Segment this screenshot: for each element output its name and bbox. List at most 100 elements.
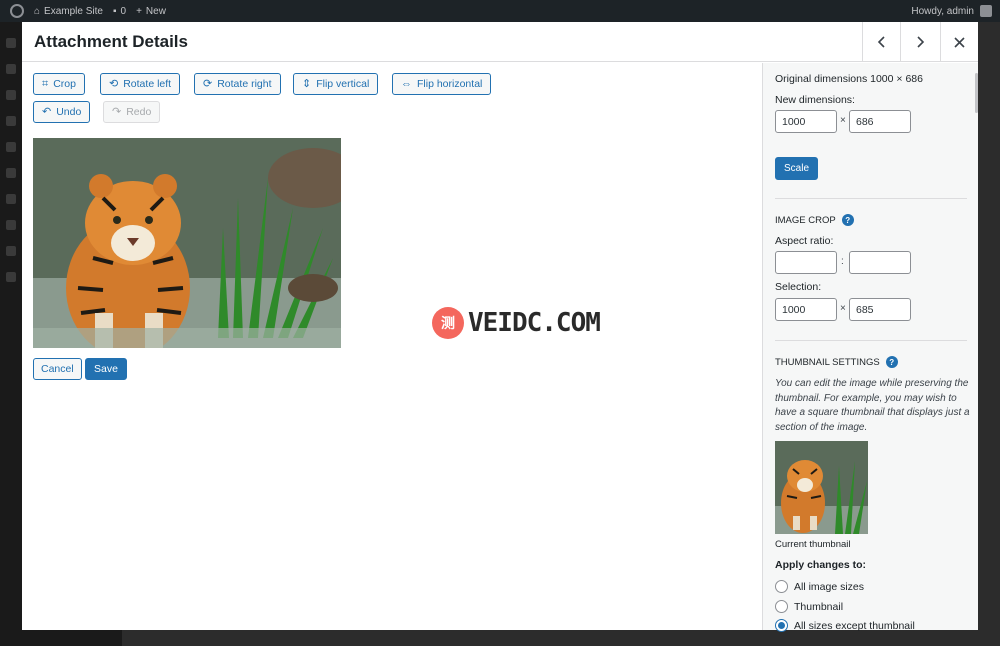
original-dimensions: Original dimensions 1000 × 686 xyxy=(775,73,923,85)
selection-width-input[interactable]: 1000 xyxy=(775,298,837,321)
site-name-link[interactable]: ⌂ Example Site xyxy=(34,6,103,17)
attachment-details-modal: Attachment Details ⌗ Crop ⟲ Rotate left … xyxy=(22,22,978,632)
plus-icon: + xyxy=(136,5,142,17)
chevron-left-icon xyxy=(877,36,885,48)
aspect-separator: : xyxy=(841,256,844,267)
posts-icon xyxy=(6,64,16,74)
comment-icon: ▪ xyxy=(112,5,117,17)
image-edit-sidebar[interactable]: Original dimensions 1000 × 686 New dimen… xyxy=(762,63,978,632)
flip-vertical-button[interactable]: ⇕ Flip vertical xyxy=(293,73,379,95)
thumbnail-settings-heading: Thumbnail Settings ? xyxy=(775,356,898,368)
avatar xyxy=(980,5,992,17)
comments-link[interactable]: ▪ 0 xyxy=(113,6,126,17)
selection-separator: × xyxy=(840,303,846,314)
scale-width-input[interactable]: 1000 xyxy=(775,110,837,133)
flip-horizontal-label: Flip horizontal xyxy=(417,78,483,90)
close-button[interactable] xyxy=(940,22,978,62)
previous-button[interactable] xyxy=(862,22,900,62)
radio-label: All image sizes xyxy=(794,580,865,593)
flip-vertical-label: Flip vertical xyxy=(316,78,370,90)
radio-all-image-sizes[interactable]: All image sizes xyxy=(775,580,864,593)
edited-image[interactable] xyxy=(33,138,341,348)
radio-button-selected[interactable] xyxy=(775,619,788,632)
rotate-right-label: Rotate right xyxy=(217,78,272,90)
aspect-ratio-height-input[interactable] xyxy=(849,251,911,274)
radio-label: All sizes except thumbnail xyxy=(794,619,915,632)
save-button[interactable]: Save xyxy=(85,358,127,380)
tiger-thumbnail xyxy=(775,441,868,534)
rotate-right-icon: ⟳ xyxy=(203,77,213,90)
crop-button[interactable]: ⌗ Crop xyxy=(33,73,85,95)
comments-icon xyxy=(6,142,16,152)
scale-button-label: Scale xyxy=(784,163,810,174)
cancel-button[interactable]: Cancel xyxy=(33,358,82,380)
help-icon[interactable]: ? xyxy=(841,214,854,226)
site-name-label: Example Site xyxy=(44,5,103,17)
redo-label: Redo xyxy=(126,106,152,118)
rotate-left-label: Rotate left xyxy=(123,78,172,90)
undo-button[interactable]: ↶ Undo xyxy=(33,101,91,123)
admin-menu xyxy=(0,22,22,646)
sidebar-scrollbar[interactable] xyxy=(975,73,978,113)
scale-button[interactable]: Scale xyxy=(775,157,819,180)
redo-icon: ↷ xyxy=(112,105,122,118)
scale-height-input[interactable]: 686 xyxy=(849,110,911,133)
close-icon xyxy=(954,36,965,48)
my-account[interactable]: Howdy, admin xyxy=(911,5,992,17)
pages-icon xyxy=(6,116,16,126)
settings-icon xyxy=(6,272,16,282)
undo-icon: ↶ xyxy=(42,105,52,118)
selection-height-input[interactable]: 685 xyxy=(849,298,911,321)
dashboard-icon xyxy=(6,38,16,48)
watermark: 测 VEIDC.COM xyxy=(432,307,601,339)
save-label: Save xyxy=(94,363,118,375)
radio-all-sizes-except-thumbnail[interactable]: All sizes except thumbnail xyxy=(775,619,915,632)
appearance-icon xyxy=(6,168,16,178)
radio-button[interactable] xyxy=(775,600,788,613)
tools-icon xyxy=(6,246,16,256)
home-icon: ⌂ xyxy=(34,5,41,17)
section-divider xyxy=(775,198,967,199)
new-dimensions-label: New dimensions: xyxy=(775,94,855,106)
chevron-right-icon xyxy=(916,36,924,48)
modal-title: Attachment Details xyxy=(34,32,188,51)
flip-vertical-icon: ⇕ xyxy=(302,77,312,90)
wordpress-logo-icon[interactable] xyxy=(10,4,24,18)
aspect-ratio-width-input[interactable] xyxy=(775,251,837,274)
rotate-left-button[interactable]: ⟲ Rotate left xyxy=(100,73,181,95)
users-icon xyxy=(6,220,16,230)
rotate-right-button[interactable]: ⟳ Rotate right xyxy=(194,73,281,95)
comments-count: 0 xyxy=(120,5,127,17)
section-divider xyxy=(775,340,967,341)
tiger-photo xyxy=(33,138,341,348)
watermark-logo: 测 xyxy=(432,307,464,339)
modal-header: Attachment Details xyxy=(22,22,978,62)
background-strip xyxy=(22,630,122,646)
apply-changes-label: Apply changes to: xyxy=(775,559,867,571)
watermark-text: VEIDC.COM xyxy=(468,308,601,338)
radio-label: Thumbnail xyxy=(794,600,844,613)
flip-horizontal-button[interactable]: ⇔ Flip horizontal xyxy=(392,73,492,95)
help-icon[interactable]: ? xyxy=(885,356,898,368)
aspect-ratio-label: Aspect ratio: xyxy=(775,235,834,247)
rotate-left-icon: ⟲ xyxy=(109,77,119,90)
radio-thumbnail[interactable]: Thumbnail xyxy=(775,600,843,613)
admin-bar: ⌂ Example Site ▪ 0 + New Howdy, admin xyxy=(0,0,1000,22)
crop-label: Crop xyxy=(53,78,76,90)
howdy-label: Howdy, admin xyxy=(911,5,974,17)
scale-separator: × xyxy=(840,115,846,126)
selection-label: Selection: xyxy=(775,281,822,293)
new-content-link[interactable]: + New xyxy=(136,6,166,17)
next-button[interactable] xyxy=(900,22,938,62)
flip-horizontal-icon: ⇔ xyxy=(401,77,412,90)
plugins-icon xyxy=(6,194,16,204)
media-icon xyxy=(6,90,16,100)
redo-button[interactable]: ↷ Redo xyxy=(103,101,161,123)
image-crop-heading: Image Crop ? xyxy=(775,214,854,226)
current-thumbnail-image xyxy=(775,441,868,534)
cancel-label: Cancel xyxy=(41,363,74,375)
thumbnail-settings-title: Thumbnail Settings xyxy=(775,356,880,368)
radio-button[interactable] xyxy=(775,580,788,593)
current-thumbnail-label: Current thumbnail xyxy=(775,539,851,550)
new-label: New xyxy=(145,5,166,17)
